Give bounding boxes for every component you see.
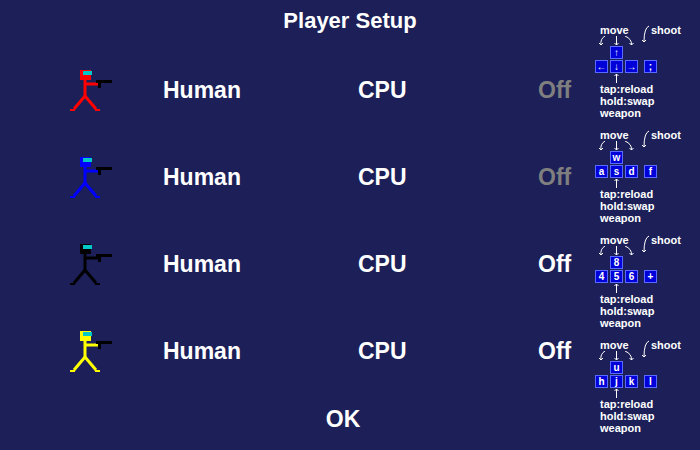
shoot-arrow-icon [640, 129, 650, 149]
key: ↓ [610, 60, 623, 73]
shoot-key: ; [644, 60, 657, 73]
player-type-option[interactable]: Human [163, 338, 358, 365]
shoot-label: shoot [651, 24, 681, 36]
player-type-option[interactable]: Off [538, 77, 598, 104]
player-type-option[interactable]: Off [538, 338, 598, 365]
hint-text: weapon [595, 317, 700, 329]
shoot-arrow-icon [640, 339, 650, 359]
player-type-option[interactable]: CPU [358, 77, 538, 104]
shoot-key: l [644, 375, 657, 388]
key: 5 [610, 270, 623, 283]
move-arrows-icon [595, 141, 640, 151]
move-label: move [595, 24, 700, 36]
up-arrow-icon [595, 283, 640, 293]
player-type-option[interactable]: Human [163, 251, 358, 278]
key: 6 [625, 270, 638, 283]
up-arrow-icon [595, 73, 640, 83]
player-row: HumanCPUOff [0, 47, 598, 134]
move-label: move [595, 339, 700, 351]
hint-text: tap:reload [595, 188, 700, 200]
hint-text: weapon [595, 422, 700, 434]
controls-column: move ↑ ← ↓ → shoot ; tap:reloadhold:swap… [595, 0, 700, 450]
controls-diagram: move ↑ ← ↓ → shoot ; tap:reloadhold:swap… [595, 24, 700, 119]
hint-text: hold:swap [595, 410, 700, 422]
shoot-key: + [644, 270, 657, 283]
key: k [625, 375, 638, 388]
player-type-option[interactable]: CPU [358, 338, 538, 365]
player-setup-screen: Player Setup HumanCPUOff HumanCPUOff Hum… [0, 0, 700, 450]
up-arrow-icon [595, 178, 640, 188]
key: h [595, 375, 608, 388]
move-arrows-icon [595, 351, 640, 361]
title: Player Setup [0, 0, 700, 47]
hint-text: hold:swap [595, 200, 700, 212]
hint-text: weapon [595, 107, 700, 119]
hint-text: tap:reload [595, 83, 700, 95]
key: a [595, 165, 608, 178]
hint-text: tap:reload [595, 398, 700, 410]
key: ← [595, 60, 608, 73]
key: 8 [610, 256, 623, 269]
shoot-label: shoot [651, 234, 681, 246]
shoot-arrow-icon [640, 234, 650, 254]
shoot-label: shoot [651, 129, 681, 141]
shoot-label: shoot [651, 339, 681, 351]
key: w [610, 151, 623, 164]
player-type-option[interactable]: CPU [358, 164, 538, 191]
key: 4 [595, 270, 608, 283]
key: s [610, 165, 623, 178]
key: ↑ [610, 46, 623, 59]
player-type-option[interactable]: Human [163, 77, 358, 104]
up-arrow-icon [595, 388, 640, 398]
key: → [625, 60, 638, 73]
player-rows: HumanCPUOff HumanCPUOff HumanCPUOff Huma… [0, 47, 595, 395]
hint-text: hold:swap [595, 305, 700, 317]
hint-text: weapon [595, 212, 700, 224]
key: d [625, 165, 638, 178]
player-type-option[interactable]: Off [538, 164, 598, 191]
hint-text: hold:swap [595, 95, 700, 107]
player-type-option[interactable]: Off [538, 251, 598, 278]
player-type-option[interactable]: Human [163, 164, 358, 191]
player-row: HumanCPUOff [0, 134, 598, 221]
controls-diagram: move w a s d shoot f tap:reloadhold:swap… [595, 129, 700, 224]
stick-figure-icon [68, 155, 118, 200]
move-label: move [595, 129, 700, 141]
player-row: HumanCPUOff [0, 221, 598, 308]
move-label: move [595, 234, 700, 246]
key: u [610, 361, 623, 374]
shoot-arrow-icon [640, 24, 650, 44]
player-type-option[interactable]: CPU [358, 251, 538, 278]
move-arrows-icon [595, 246, 640, 256]
stick-figure-icon [68, 329, 118, 374]
shoot-key: f [644, 165, 657, 178]
stick-figure-icon [68, 68, 118, 113]
hint-text: tap:reload [595, 293, 700, 305]
ok-button[interactable]: OK [320, 404, 367, 435]
stick-figure-icon [68, 242, 118, 287]
move-arrows-icon [595, 36, 640, 46]
controls-diagram: move 8 4 5 6 shoot + tap:reloadhold:swap… [595, 234, 700, 329]
player-row: HumanCPUOff [0, 308, 598, 395]
key: j [610, 375, 623, 388]
controls-diagram: move u h j k shoot l tap:reloadhold:swap… [595, 339, 700, 434]
